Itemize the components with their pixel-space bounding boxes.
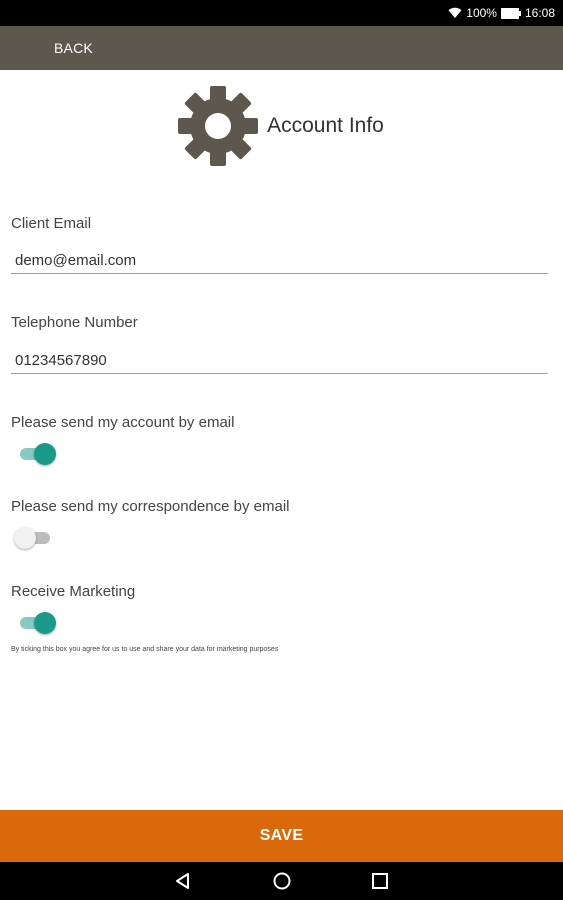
battery-percent: 100% xyxy=(466,6,497,20)
phone-field-group: Telephone Number xyxy=(11,314,548,374)
phone-label: Telephone Number xyxy=(11,314,138,331)
send-account-label: Please send my account by email xyxy=(11,414,235,431)
save-button[interactable]: SAVE xyxy=(0,810,563,862)
marketing-disclaimer: By ticking this box you agree for us to … xyxy=(11,646,279,653)
send-account-switch[interactable] xyxy=(16,443,56,465)
battery-icon xyxy=(500,7,521,19)
home-nav-icon[interactable] xyxy=(272,871,292,891)
phone-field[interactable] xyxy=(11,352,548,374)
back-nav-icon[interactable] xyxy=(173,871,193,891)
back-button[interactable]: BACK xyxy=(54,40,93,56)
email-field-group: Client Email xyxy=(11,215,548,274)
recents-nav-icon[interactable] xyxy=(370,871,390,891)
page-header: Account Info xyxy=(0,84,563,168)
status-bar: 100% 16:08 xyxy=(0,0,563,26)
receive-marketing-label: Receive Marketing xyxy=(11,583,136,600)
email-field[interactable] xyxy=(11,252,548,274)
switch-thumb xyxy=(14,527,36,549)
wifi-icon xyxy=(448,7,462,19)
receive-marketing-switch[interactable] xyxy=(16,612,56,634)
clock: 16:08 xyxy=(524,6,555,20)
page-title: Account Info xyxy=(267,114,384,137)
nav-bar xyxy=(0,862,563,900)
switch-thumb xyxy=(34,612,56,634)
email-label: Client Email xyxy=(11,215,92,232)
gear-icon xyxy=(177,85,259,167)
send-correspondence-switch[interactable] xyxy=(14,527,54,549)
toolbar: BACK xyxy=(0,26,563,70)
send-correspondence-label: Please send my correspondence by email xyxy=(11,498,290,515)
switch-thumb xyxy=(34,443,56,465)
